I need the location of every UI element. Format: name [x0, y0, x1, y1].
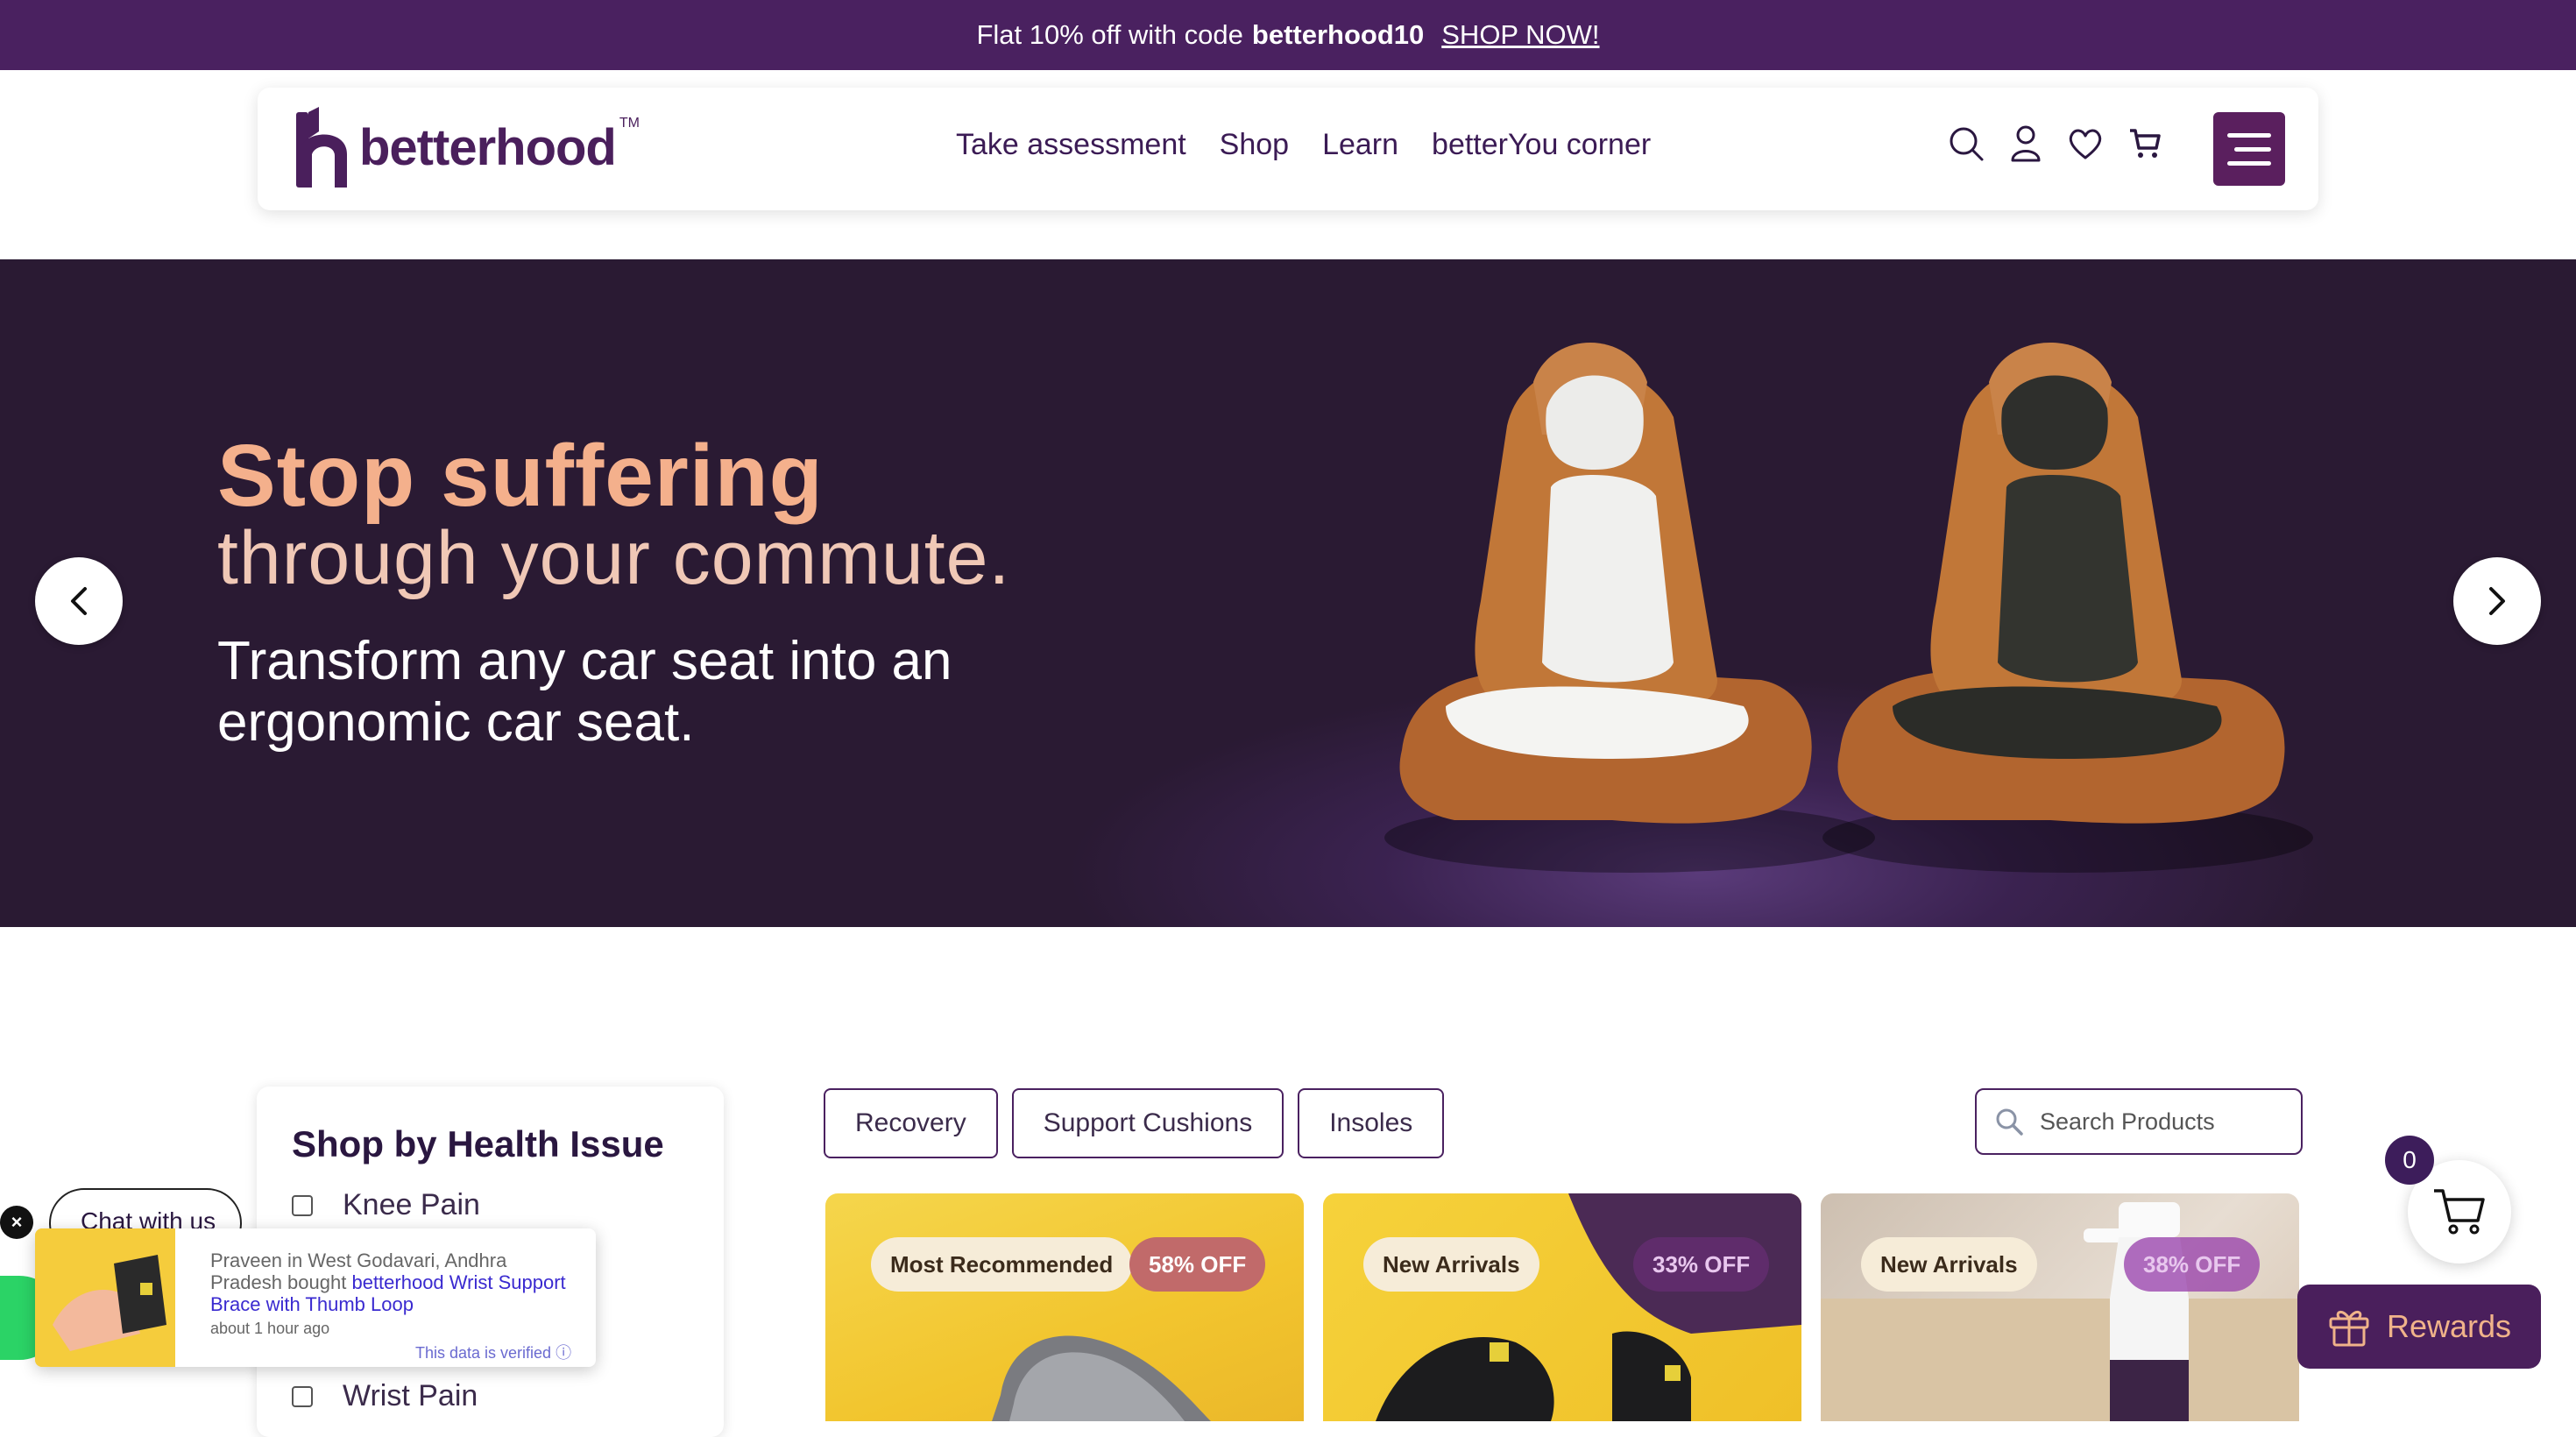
- announcement-text: Flat 10% off with code: [976, 19, 1243, 50]
- close-icon[interactable]: ×: [0, 1206, 33, 1239]
- cart-icon: [2434, 1189, 2485, 1235]
- notification-text: Praveen in West Godavari, Andhra Pradesh…: [210, 1249, 570, 1315]
- nav-shop[interactable]: Shop: [1220, 128, 1289, 162]
- header-icons: [1947, 123, 2164, 165]
- product-card[interactable]: New Arrivals 38% OFF: [1821, 1193, 2299, 1421]
- main-nav: Take assessment Shop Learn betterYou cor…: [956, 128, 1651, 162]
- product-tag: New Arrivals: [1363, 1237, 1539, 1292]
- search-placeholder: Search Products: [2040, 1108, 2215, 1135]
- filter-label: Wrist Pain: [343, 1379, 478, 1412]
- category-tabs: Recovery Support Cushions Insoles: [824, 1088, 1445, 1158]
- hero-banner: Stop suffering through your commute. Tra…: [0, 259, 2576, 927]
- heart-icon[interactable]: [2066, 123, 2105, 165]
- trademark: TM: [619, 116, 640, 131]
- cart-icon[interactable]: [2126, 123, 2164, 165]
- gel-bottle-image: [1821, 1202, 2299, 1421]
- search-icon[interactable]: [1947, 123, 1985, 165]
- cart-count-badge: 0: [2385, 1136, 2434, 1185]
- carousel-next-button[interactable]: [2453, 557, 2541, 645]
- filter-wrist-pain[interactable]: Wrist Pain: [292, 1379, 478, 1413]
- tab-support-cushions[interactable]: Support Cushions: [1011, 1088, 1284, 1158]
- notification-time: about 1 hour ago: [210, 1320, 330, 1337]
- tab-insoles[interactable]: Insoles: [1298, 1088, 1445, 1158]
- promo-code: betterhood10: [1251, 19, 1425, 50]
- verified-note: This data is verified ⓘ: [415, 1344, 572, 1362]
- gift-icon: [2329, 1311, 2369, 1347]
- product-search[interactable]: Search Products: [1975, 1088, 2303, 1155]
- brand-name: betterhood: [359, 118, 617, 176]
- knee-sleeve-image: [1376, 1193, 1801, 1421]
- filter-title: Shop by Health Issue: [292, 1123, 664, 1164]
- rewards-label: Rewards: [2387, 1308, 2512, 1344]
- chevron-right-icon: [2489, 587, 2505, 615]
- announcement-bar: Flat 10% off with code betterhood10 SHOP…: [0, 0, 2576, 70]
- chevron-left-icon: [71, 587, 87, 615]
- product-card[interactable]: New Arrivals 33% OFF: [1323, 1193, 1801, 1421]
- discount-badge: 58% OFF: [1129, 1237, 1266, 1292]
- purchase-notification[interactable]: Praveen in West Godavari, Andhra Pradesh…: [35, 1228, 596, 1367]
- checkbox[interactable]: [292, 1194, 313, 1216]
- discount-badge: 38% OFF: [2124, 1237, 2261, 1292]
- product-card[interactable]: Most Recommended 58% OFF: [825, 1193, 1304, 1421]
- product-tag: New Arrivals: [1861, 1237, 2037, 1292]
- brand-logo[interactable]: betterhood TM: [293, 103, 640, 191]
- rewards-button[interactable]: Rewards: [2297, 1285, 2541, 1369]
- discount-badge: 33% OFF: [1633, 1237, 1770, 1292]
- product-tag: Most Recommended: [871, 1237, 1133, 1292]
- site-header: betterhood TM Take assessment Shop Learn…: [258, 88, 2318, 210]
- nav-betteryou-corner[interactable]: betterYou corner: [1432, 128, 1651, 162]
- tab-recovery[interactable]: Recovery: [824, 1088, 998, 1158]
- nav-learn[interactable]: Learn: [1322, 128, 1398, 162]
- shop-now-link[interactable]: SHOP NOW!: [1441, 19, 1599, 51]
- hero-headline: Stop suffering: [217, 427, 824, 525]
- user-icon[interactable]: [2006, 123, 2045, 165]
- carousel-prev-button[interactable]: [35, 557, 123, 645]
- menu-button[interactable]: [2213, 112, 2285, 186]
- filter-label: Knee Pain: [343, 1188, 480, 1221]
- hero-subheadline: through your commute.: [217, 516, 1011, 600]
- filter-knee-pain[interactable]: Knee Pain: [292, 1188, 480, 1222]
- car-seats-image: [1384, 343, 2313, 873]
- nav-take-assessment[interactable]: Take assessment: [956, 128, 1186, 162]
- hero-body: Transform any car seat into an ergonomic…: [217, 631, 952, 753]
- logo-mark-icon: [296, 107, 347, 188]
- insole-image: [992, 1335, 1211, 1421]
- wrist-brace-thumbnail: [35, 1228, 175, 1367]
- search-icon: [1996, 1108, 2023, 1136]
